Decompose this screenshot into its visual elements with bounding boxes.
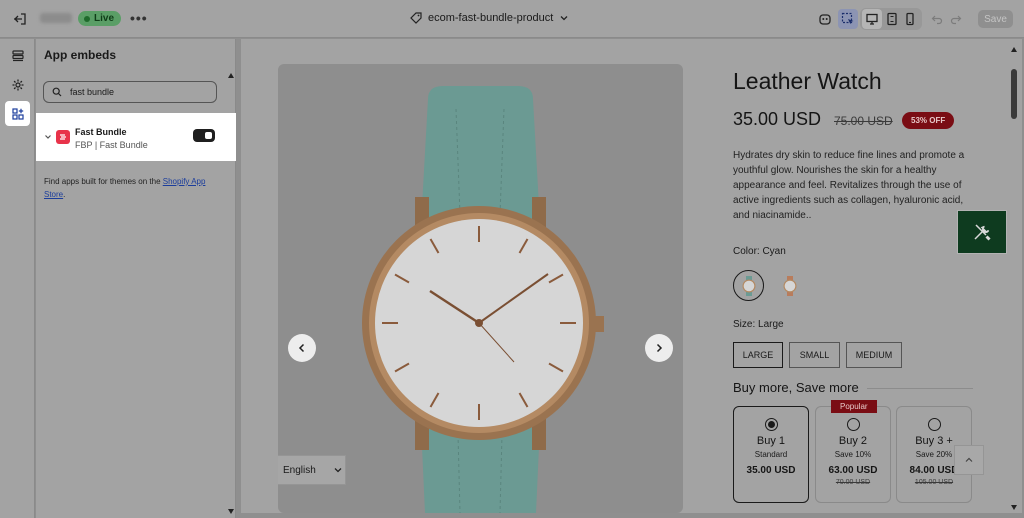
product-watch-image	[362, 86, 604, 513]
scroll-to-top-button[interactable]	[954, 445, 984, 475]
watch-thumbnail-tan	[783, 275, 796, 296]
search-input[interactable]	[70, 87, 200, 97]
sections-icon[interactable]	[5, 43, 30, 68]
find-apps-suffix: .	[63, 190, 66, 199]
bundle-option-buy-1[interactable]: Buy 1 Standard 35.00 USD	[733, 406, 809, 503]
panel-scroll-up-arrow[interactable]	[228, 73, 234, 78]
theme-settings-gear-icon[interactable]	[5, 72, 30, 97]
product-title: Leather Watch	[733, 68, 882, 94]
bundle-option-price: 35.00 USD	[746, 465, 796, 476]
bundle-divider	[867, 388, 973, 389]
top-bar: Live ••• ecom-fast-bundle-product Save	[0, 0, 1024, 38]
bundle-option-name: Buy 2	[838, 435, 868, 447]
embed-enable-toggle[interactable]	[193, 129, 215, 142]
storefront-preview: English Leather Watch 35.00 USD 75.00 US…	[241, 39, 1022, 513]
bundle-radio[interactable]	[927, 418, 941, 431]
preview-scrollbar[interactable]	[1011, 69, 1017, 119]
bundle-option-buy-2[interactable]: Buy 2 Save 10% 63.00 USD 70.00 USD	[815, 406, 891, 503]
color-swatch-cyan[interactable]	[733, 270, 764, 301]
size-option-large[interactable]: LARGE	[733, 342, 783, 368]
bundle-option-subtitle: Save 20%	[915, 450, 953, 459]
live-label: Live	[94, 13, 115, 24]
search-box	[43, 81, 217, 103]
bundle-option-name: Buy 1	[756, 435, 786, 447]
search-icon	[52, 87, 62, 97]
redo-icon[interactable]	[946, 9, 966, 29]
bundle-option-subtitle: Save 10%	[834, 450, 872, 459]
live-badge: Live	[78, 11, 122, 26]
app-mascot-icon[interactable]	[815, 9, 835, 29]
exit-icon[interactable]	[12, 11, 28, 27]
app-tools-button[interactable]	[957, 210, 1007, 254]
chevron-down-icon	[334, 468, 342, 473]
compare-at-price: 75.00 USD	[834, 114, 893, 128]
discount-badge: 53% OFF	[902, 112, 955, 129]
desktop-view-icon[interactable]	[862, 9, 882, 29]
left-rail	[0, 39, 35, 518]
bundle-option-price: 84.00 USD	[909, 465, 959, 476]
chevron-down-icon[interactable]	[44, 133, 52, 141]
previous-image-button[interactable]	[288, 334, 316, 362]
embed-subtitle: FBP | Fast Bundle	[75, 140, 148, 150]
inspector-select-icon[interactable]	[838, 9, 858, 29]
product-media-gallery: English	[278, 64, 683, 513]
bundle-option-old-price: 70.00 USD	[835, 479, 871, 486]
chevron-right-icon	[656, 343, 663, 353]
bundle-title: Buy more, Save more	[733, 380, 859, 395]
app-embeds-panel: App embeds Fast Bundle FBP | Fast Bundle…	[36, 39, 236, 518]
product-price: 35.00 USD	[733, 109, 822, 129]
watch-thumbnail-cyan	[742, 275, 755, 296]
tag-icon	[410, 12, 422, 24]
preview-scroll-up-arrow[interactable]	[1011, 47, 1017, 52]
chevron-down-icon	[560, 16, 568, 21]
find-apps-text: Find apps built for themes on the Shopif…	[44, 175, 219, 201]
bundle-option-price: 63.00 USD	[828, 465, 878, 476]
product-description: Hydrates dry skin to reduce fine lines a…	[733, 150, 965, 221]
app-embeds-icon[interactable]	[5, 101, 30, 126]
next-image-button[interactable]	[645, 334, 673, 362]
save-button[interactable]: Save	[978, 10, 1013, 28]
live-dot-icon	[84, 15, 90, 22]
bundle-option-old-price: 105.00 USD	[914, 479, 954, 486]
popular-ribbon: Popular	[831, 400, 877, 413]
language-label: English	[283, 464, 316, 476]
embed-name: Fast Bundle	[75, 127, 127, 137]
bundle-radio[interactable]	[846, 418, 860, 431]
wrench-screwdriver-icon	[974, 224, 991, 241]
size-option-small[interactable]: SMALL	[789, 342, 840, 368]
bundle-radio-selected[interactable]	[764, 418, 778, 431]
color-swatch-tan[interactable]	[774, 270, 805, 301]
mobile-view-icon[interactable]	[900, 9, 920, 29]
bundle-option-name: Buy 3 +	[915, 435, 953, 447]
panel-scroll-down-arrow[interactable]	[228, 509, 234, 514]
chevron-up-icon	[965, 457, 973, 462]
chevron-left-icon	[298, 343, 305, 353]
language-selector[interactable]: English	[278, 455, 346, 485]
preview-scroll-down-arrow[interactable]	[1011, 505, 1017, 510]
store-name-blurred	[40, 13, 72, 23]
template-name: ecom-fast-bundle-product	[428, 12, 554, 24]
embed-card-fast-bundle[interactable]: Fast Bundle FBP | Fast Bundle	[36, 113, 236, 161]
color-label: Color: Cyan	[733, 246, 786, 257]
fast-bundle-logo-icon	[56, 130, 70, 144]
panel-title: App embeds	[44, 48, 117, 62]
undo-icon[interactable]	[927, 9, 947, 29]
more-actions-button[interactable]: •••	[130, 10, 148, 26]
find-apps-prefix: Find apps built for themes on the	[44, 177, 163, 186]
bundle-option-subtitle: Standard	[754, 450, 788, 459]
tablet-view-icon[interactable]	[882, 9, 902, 29]
size-label: Size: Large	[733, 319, 784, 330]
size-option-medium[interactable]: MEDIUM	[846, 342, 902, 368]
template-selector[interactable]: ecom-fast-bundle-product	[410, 12, 569, 24]
